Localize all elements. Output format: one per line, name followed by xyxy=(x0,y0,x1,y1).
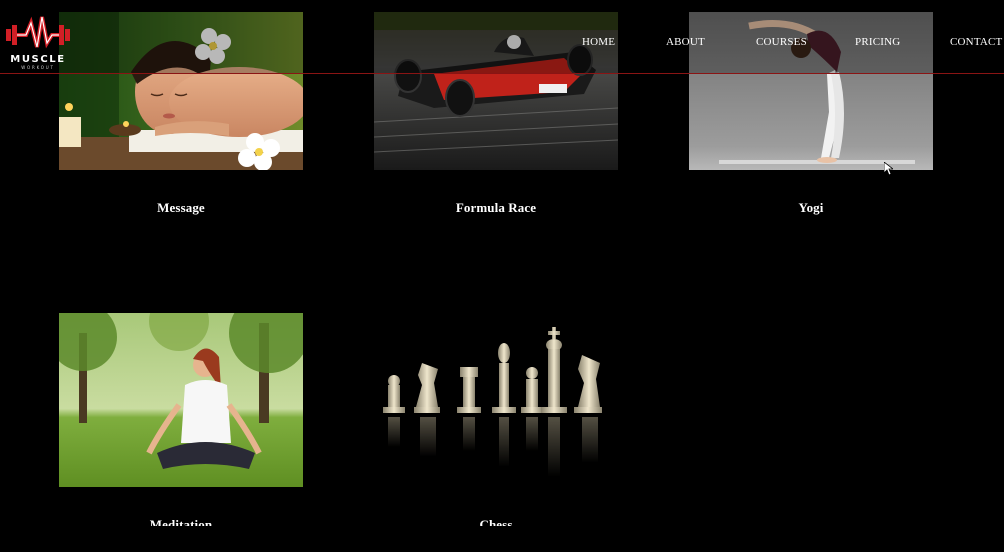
course-card-chess[interactable]: Chess xyxy=(374,313,618,532)
header-divider xyxy=(0,73,1004,74)
brand-logo[interactable]: MUSCLE WORKOUT xyxy=(6,13,70,71)
meditation-image[interactable] xyxy=(59,313,303,487)
chess-pieces-image[interactable] xyxy=(374,313,618,487)
brand-name: MUSCLE xyxy=(10,54,66,65)
mouse-pointer-icon xyxy=(884,162,893,176)
course-title[interactable]: Formula Race xyxy=(374,200,618,216)
nav-about[interactable]: ABOUT xyxy=(666,36,705,48)
brand-tagline: WORKOUT xyxy=(21,65,55,70)
course-title[interactable]: Message xyxy=(59,200,303,216)
course-title[interactable]: Yogi xyxy=(689,200,933,216)
heartbeat-dumbbell-icon xyxy=(6,16,70,49)
nav-home[interactable]: HOME xyxy=(582,36,615,48)
course-card-meditation[interactable]: Meditation xyxy=(59,313,303,532)
viewport-bottom-edge xyxy=(0,526,1004,552)
nav-pricing[interactable]: PRICING xyxy=(855,36,900,48)
nav-courses[interactable]: COURSES xyxy=(756,36,807,48)
nav-contact[interactable]: CONTACT xyxy=(950,36,1002,48)
site-header: MUSCLE WORKOUT HOME ABOUT COURSES PRICIN… xyxy=(0,0,1004,74)
